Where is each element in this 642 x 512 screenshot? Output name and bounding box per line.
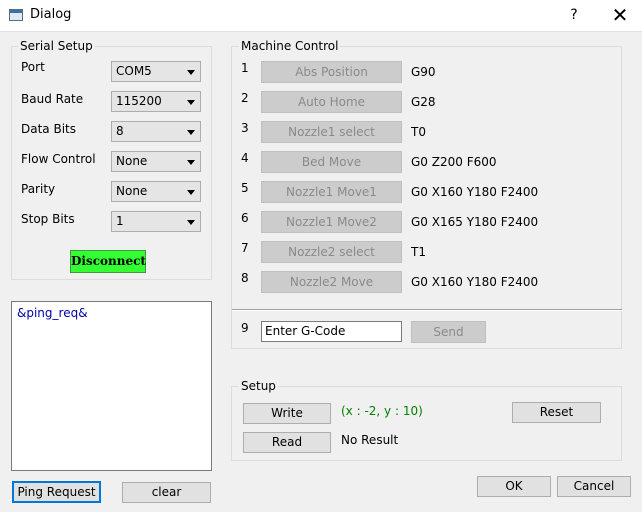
parity-value: None <box>116 184 148 198</box>
read-result: No Result <box>341 433 399 447</box>
parity-label: Parity <box>21 182 56 196</box>
window-icon <box>9 9 23 21</box>
nozzle1-select-button[interactable]: Nozzle1 select <box>261 121 402 143</box>
gcode-label: G0 X160 Y180 F2400 <box>411 185 539 199</box>
chevron-down-icon <box>187 100 195 105</box>
close-button[interactable]: ✕ <box>598 0 642 31</box>
baud-rate-value: 115200 <box>116 94 162 108</box>
gcode-label: G90 <box>411 65 436 79</box>
flow-control-select[interactable]: None <box>111 151 201 172</box>
coordinates-readout: (x : -2, y : 10) <box>341 404 423 418</box>
stop-bits-label: Stop Bits <box>21 212 75 226</box>
gcode-label: G28 <box>411 95 436 109</box>
flow-control-label: Flow Control <box>21 152 96 166</box>
nozzle2-select-button[interactable]: Nozzle2 select <box>261 241 402 263</box>
ping-request-button[interactable]: Ping Request <box>12 481 101 503</box>
chevron-down-icon <box>187 160 195 165</box>
gcode-label: G0 X165 Y180 F2400 <box>411 215 539 229</box>
port-label: Port <box>21 60 45 74</box>
flow-control-value: None <box>116 154 148 168</box>
command-number: 9 <box>241 321 249 335</box>
nozzle2-move-button[interactable]: Nozzle2 Move <box>261 271 402 293</box>
port-value: COM5 <box>116 64 152 78</box>
ok-button[interactable]: OK <box>477 476 551 497</box>
stop-bits-select[interactable]: 1 <box>111 211 201 232</box>
disconnect-button[interactable]: Disconnect <box>70 250 146 273</box>
gcode-label: T1 <box>411 245 426 259</box>
command-number: 3 <box>241 121 249 135</box>
serial-setup-title: Serial Setup <box>18 39 95 53</box>
baud-rate-select[interactable]: 115200 <box>111 91 201 112</box>
stop-bits-value: 1 <box>116 214 124 228</box>
gcode-input[interactable]: Enter G-Code <box>261 321 402 342</box>
read-button[interactable]: Read <box>243 432 331 453</box>
data-bits-label: Data Bits <box>21 122 76 136</box>
abs-position-button[interactable]: Abs Position <box>261 61 402 83</box>
parity-select[interactable]: None <box>111 181 201 202</box>
baud-rate-label: Baud Rate <box>21 92 84 106</box>
setup-title: Setup <box>239 379 278 393</box>
command-number: 6 <box>241 211 249 225</box>
command-number: 1 <box>241 61 249 75</box>
command-number: 5 <box>241 181 249 195</box>
gcode-label: G0 Z200 F600 <box>411 155 497 169</box>
auto-home-button[interactable]: Auto Home <box>261 91 402 113</box>
nozzle1-move1-button[interactable]: Nozzle1 Move1 <box>261 181 402 203</box>
chevron-down-icon <box>187 220 195 225</box>
help-button[interactable]: ? <box>556 0 592 31</box>
clear-button[interactable]: clear <box>122 482 211 503</box>
chevron-down-icon <box>187 130 195 135</box>
port-select[interactable]: COM5 <box>111 61 201 82</box>
window-title: Dialog <box>30 7 72 22</box>
log-output[interactable]: &ping_req& <box>11 301 212 471</box>
gcode-label: G0 X160 Y180 F2400 <box>411 275 539 289</box>
gcode-input-value: Enter G-Code <box>265 324 346 338</box>
command-number: 7 <box>241 241 249 255</box>
bed-move-button[interactable]: Bed Move <box>261 151 402 173</box>
nozzle1-move2-button[interactable]: Nozzle1 Move2 <box>261 211 402 233</box>
chevron-down-icon <box>187 70 195 75</box>
data-bits-value: 8 <box>116 124 124 138</box>
command-number: 4 <box>241 151 249 165</box>
data-bits-select[interactable]: 8 <box>111 121 201 142</box>
reset-button[interactable]: Reset <box>512 402 601 423</box>
command-number: 2 <box>241 91 249 105</box>
write-button[interactable]: Write <box>243 403 331 424</box>
log-text: &ping_req& <box>17 306 88 320</box>
gcode-label: T0 <box>411 125 426 139</box>
cancel-button[interactable]: Cancel <box>557 476 631 497</box>
send-button[interactable]: Send <box>411 321 486 343</box>
title-bar: Dialog ? ✕ <box>0 0 642 32</box>
divider <box>232 309 622 311</box>
machine-control-title: Machine Control <box>239 39 341 53</box>
command-number: 8 <box>241 271 249 285</box>
chevron-down-icon <box>187 190 195 195</box>
